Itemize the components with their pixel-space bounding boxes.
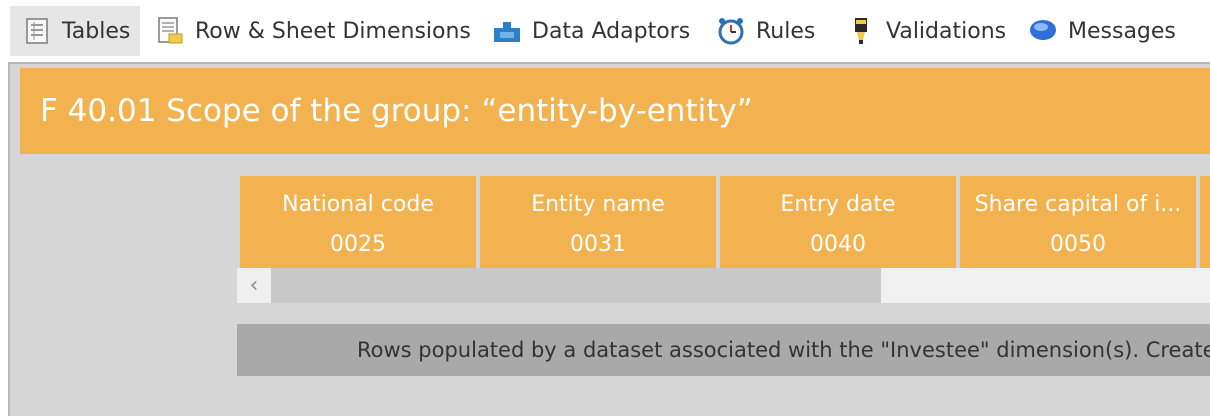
column-code: 0031 bbox=[570, 232, 626, 257]
validation-marker-icon bbox=[846, 16, 876, 46]
tab-rules[interactable]: Rules bbox=[716, 6, 815, 56]
scrollbar-thumb[interactable] bbox=[271, 268, 881, 303]
column-code: 0025 bbox=[330, 232, 386, 257]
tab-row-sheet-dimensions-label: Row & Sheet Dimensions bbox=[195, 18, 471, 44]
column-header-share-capital[interactable]: Share capital of i... 0050 bbox=[960, 176, 1196, 268]
tab-tables-label: Tables bbox=[62, 18, 131, 44]
table-title: F 40.01 Scope of the group: “entity-by-e… bbox=[40, 93, 753, 129]
tab-validations[interactable]: Validations bbox=[846, 6, 1006, 56]
tab-rules-label: Rules bbox=[756, 18, 816, 44]
column-name: Share capital of i... bbox=[974, 192, 1182, 217]
table-title-bar: F 40.01 Scope of the group: “entity-by-e… bbox=[20, 68, 1210, 154]
column-code: 0040 bbox=[810, 232, 866, 257]
alarm-clock-icon bbox=[716, 16, 746, 46]
table-editor-panel: F 40.01 Scope of the group: “entity-by-e… bbox=[8, 62, 1210, 416]
dataset-info-message: Rows populated by a dataset associated w… bbox=[357, 338, 1210, 362]
tab-tables[interactable]: Tables bbox=[10, 6, 140, 56]
tab-data-adaptors-label: Data Adaptors bbox=[532, 18, 691, 44]
puzzle-piece-icon bbox=[492, 16, 522, 46]
tab-validations-label: Validations bbox=[886, 18, 1007, 44]
speech-bubble-icon bbox=[1028, 16, 1058, 46]
column-header-national-code[interactable]: National code 0025 bbox=[240, 176, 476, 268]
tab-messages-label: Messages bbox=[1068, 18, 1176, 44]
scroll-left-button[interactable]: ‹ bbox=[237, 268, 271, 303]
column-header-partial[interactable] bbox=[1200, 176, 1210, 268]
dataset-info-row: Rows populated by a dataset associated w… bbox=[237, 324, 1210, 376]
column-header-entry-date[interactable]: Entry date 0040 bbox=[720, 176, 956, 268]
tab-row-sheet-dimensions[interactable]: Row & Sheet Dimensions bbox=[155, 6, 471, 56]
table-icon bbox=[22, 16, 52, 46]
tab-strip: Tables Row & Sheet Dimensions Data Adapt… bbox=[0, 0, 1210, 62]
column-code: 0050 bbox=[1050, 232, 1106, 257]
column-name: National code bbox=[282, 192, 434, 217]
horizontal-scrollbar[interactable]: ‹ bbox=[237, 268, 1210, 303]
column-header-entity-name[interactable]: Entity name 0031 bbox=[480, 176, 716, 268]
sheet-dimensions-icon bbox=[155, 16, 185, 46]
column-name: Entity name bbox=[531, 192, 665, 217]
tab-messages[interactable]: Messages bbox=[1028, 6, 1176, 56]
column-name: Entry date bbox=[780, 192, 896, 217]
tab-data-adaptors[interactable]: Data Adaptors bbox=[492, 6, 690, 56]
